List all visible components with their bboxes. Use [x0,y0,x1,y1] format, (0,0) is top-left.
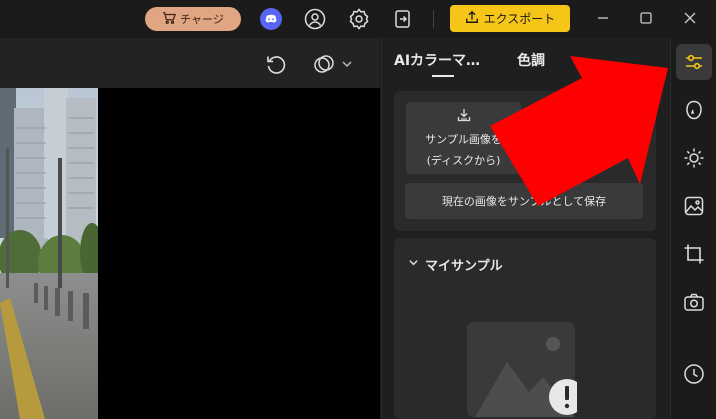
my-samples-card: マイサンプル [394,238,656,419]
close-icon[interactable] [680,8,700,28]
load-sample-line1: サンプル画像を [425,133,502,147]
charge-label: チャージ [180,13,224,26]
my-samples-header[interactable]: マイサンプル [408,255,503,274]
canvas-black-area [98,88,380,419]
sample-card: サンプル画像を (ディスクから) 現在の画像をサンプルとして保存 [394,91,656,231]
load-sample-button[interactable]: サンプル画像を (ディスクから) [406,102,521,174]
download-icon [456,107,472,129]
cart-icon [162,11,177,28]
photo-preview [0,88,98,419]
image-canvas[interactable] [0,88,380,419]
compare-icon[interactable] [311,51,337,77]
export-label: エクスポート [483,12,556,26]
settings-icon[interactable] [347,7,371,31]
tool-rail [670,38,716,419]
canvas-toolbar [0,38,380,88]
title-separator [433,10,434,28]
reset-icon[interactable] [263,51,289,77]
login-icon[interactable] [391,7,415,31]
minimize-icon[interactable] [593,8,613,28]
adjust-panel: AIカラーマ… 色調 サンプル画像を (ディスクから) 現在の画像をサンプルとし… [381,38,669,419]
maximize-icon[interactable] [636,8,656,28]
face-icon[interactable] [676,92,712,128]
tab-color-tone[interactable]: 色調 [517,50,545,70]
image-edit-icon[interactable] [676,188,712,224]
discord-icon[interactable] [259,7,283,31]
tab-ai-color-match[interactable]: AIカラーマ… [394,50,480,70]
history-icon[interactable] [676,356,712,392]
adjust-icon[interactable] [676,44,712,80]
save-as-sample-button[interactable]: 現在の画像をサンプルとして保存 [405,183,643,219]
user-icon[interactable] [303,7,327,31]
brightness-icon[interactable] [676,140,712,176]
load-sample-line2: (ディスクから) [426,153,501,167]
empty-image-placeholder-icon [467,322,585,419]
my-samples-title: マイサンプル [425,259,503,274]
title-bar: チャージ エクスポート [0,0,716,38]
camera-icon[interactable] [676,284,712,320]
active-tab-indicator [432,75,454,77]
crop-icon[interactable] [676,236,712,272]
chevron-down-icon [408,257,419,272]
charge-button[interactable]: チャージ [145,7,241,31]
chevron-down-icon[interactable] [339,51,355,77]
upload-icon [465,10,479,27]
export-button[interactable]: エクスポート [450,5,570,32]
